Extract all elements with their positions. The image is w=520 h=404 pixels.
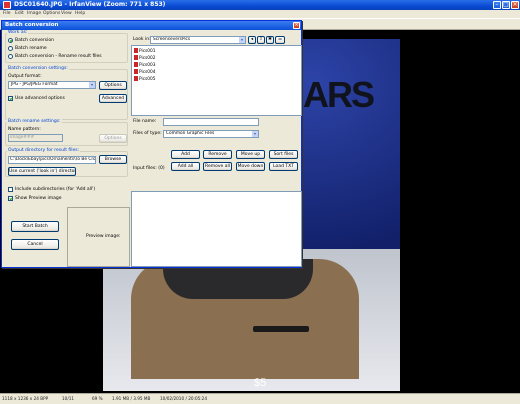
advanced-button[interactable]: Advanced: [99, 94, 127, 103]
folder-icon: [134, 48, 138, 53]
list-item[interactable]: Pics005: [134, 76, 156, 82]
name-pattern-input[interactable]: image###: [8, 134, 63, 142]
irfanview-app-icon: [3, 1, 11, 9]
view-menu-icon[interactable]: ☰: [275, 36, 285, 44]
radio-batch-conversion[interactable]: [8, 38, 13, 43]
status-filesize: 1.91 MB / 3.95 MB: [112, 396, 151, 401]
dialog-title: Batch conversion: [5, 22, 59, 28]
chevron-down-icon: ▾: [239, 37, 245, 43]
work-as-label: Work as:: [7, 30, 29, 35]
magazine-price: $5: [254, 377, 267, 389]
new-folder-icon[interactable]: ✱: [266, 36, 274, 44]
name-pattern-label: Name pattern:: [8, 127, 41, 132]
status-zoom: 69 %: [92, 396, 103, 401]
radio-batch-rename[interactable]: [8, 46, 13, 51]
folder-icon: [134, 62, 138, 67]
sort-files-button[interactable]: Sort files: [269, 150, 298, 159]
file-list[interactable]: Pics001 Pics002 Pics003 Pics004 Pics005: [131, 45, 302, 116]
input-files-label: Input files: (0): [133, 166, 165, 171]
list-item[interactable]: Pics004: [134, 69, 156, 75]
list-item[interactable]: Pics003: [134, 62, 156, 68]
use-advanced-checkbox[interactable]: [8, 96, 13, 101]
menu-file[interactable]: File: [3, 11, 11, 16]
add-all-button[interactable]: Add all: [171, 162, 200, 171]
chevron-down-icon: ▾: [252, 131, 258, 137]
load-txt-button[interactable]: Load TXT: [269, 162, 298, 171]
use-current-directory-button[interactable]: Use current ('look in') directory: [8, 167, 76, 176]
preview-box: Preview image:: [67, 207, 130, 267]
move-up-button[interactable]: Move up: [236, 150, 265, 159]
file-name-label: File name:: [133, 119, 157, 124]
output-directory-input[interactable]: C:\Dock\Ebay\pics\Ornaments\To Be Crop: [8, 156, 96, 164]
menu-options[interactable]: Options: [43, 11, 60, 16]
magazine-belt: [253, 326, 309, 332]
magazine-masthead: ARS: [303, 74, 375, 115]
batch-conversion-dialog: Batch conversion × Work as: Batch conver…: [1, 20, 302, 268]
folder-icon: [134, 55, 138, 60]
dialog-titlebar: Batch conversion ×: [2, 21, 301, 30]
input-files-list[interactable]: [131, 191, 302, 267]
status-index: 10/11: [62, 396, 75, 401]
status-datetime: 10/02/2010 / 20:05:24: [160, 396, 208, 401]
output-directory-label: Output directory for result files:: [7, 148, 81, 153]
menu-image[interactable]: Image: [27, 11, 41, 16]
browse-button[interactable]: Browse: [99, 155, 127, 164]
list-item[interactable]: Pics002: [134, 55, 156, 61]
look-in-label: Look in:: [133, 37, 151, 42]
file-name-input[interactable]: [163, 118, 259, 126]
cancel-button[interactable]: Cancel: [11, 239, 59, 250]
rename-settings-label: Batch rename settings:: [7, 119, 62, 124]
radio-batch-conversion-rename[interactable]: [8, 54, 13, 59]
dialog-close-button[interactable]: ×: [293, 22, 300, 29]
list-item[interactable]: Pics001: [134, 48, 156, 54]
folder-icon: [134, 76, 138, 81]
remove-button[interactable]: Remove: [203, 150, 232, 159]
status-bar: 1118 x 1236 x 24 BPP 10/11 69 % 1.91 MB …: [0, 393, 520, 404]
up-folder-icon[interactable]: ⇧: [257, 36, 265, 44]
show-preview-checkbox[interactable]: [8, 196, 13, 201]
app-titlebar: DSC01640.JPG - IrfanView (Zoom: 771 x 85…: [0, 0, 520, 10]
remove-all-button[interactable]: Remove all: [203, 162, 232, 171]
start-batch-button[interactable]: Start Batch: [11, 221, 59, 232]
menu-help[interactable]: Help: [75, 11, 85, 16]
preview-label: Preview image:: [86, 234, 121, 239]
menu-edit[interactable]: Edit: [15, 11, 24, 16]
move-down-button[interactable]: Move down: [236, 162, 265, 171]
menu-view[interactable]: View: [61, 11, 72, 16]
include-subdirectories-checkbox[interactable]: [8, 187, 13, 192]
folder-icon: [134, 69, 138, 74]
close-button[interactable]: ×: [511, 1, 519, 9]
look-in-select[interactable]: ScreenseversPics ▾: [150, 36, 246, 44]
format-options-button[interactable]: Options: [99, 81, 127, 90]
app-title: DSC01640.JPG - IrfanView (Zoom: 771 x 85…: [14, 1, 166, 8]
status-dimensions: 1118 x 1236 x 24 BPP: [2, 396, 49, 401]
menu-bar: File Edit Image Options View Help: [0, 10, 520, 19]
chevron-down-icon: ▾: [89, 82, 95, 88]
output-format-label: Output format:: [8, 74, 42, 79]
add-button[interactable]: Add: [171, 150, 200, 159]
minimize-button[interactable]: –: [493, 1, 501, 9]
rename-options-button[interactable]: Options: [99, 134, 127, 143]
conversion-settings-label: Batch conversion settings:: [7, 66, 69, 71]
files-of-type-select[interactable]: Common Graphic Files ▾: [163, 130, 259, 138]
files-of-type-label: Files of type:: [133, 131, 162, 136]
output-format-select[interactable]: JPG - JPG/JPEG Format ▾: [8, 81, 96, 89]
back-icon[interactable]: ◂: [248, 36, 256, 44]
maximize-button[interactable]: □: [502, 1, 510, 9]
